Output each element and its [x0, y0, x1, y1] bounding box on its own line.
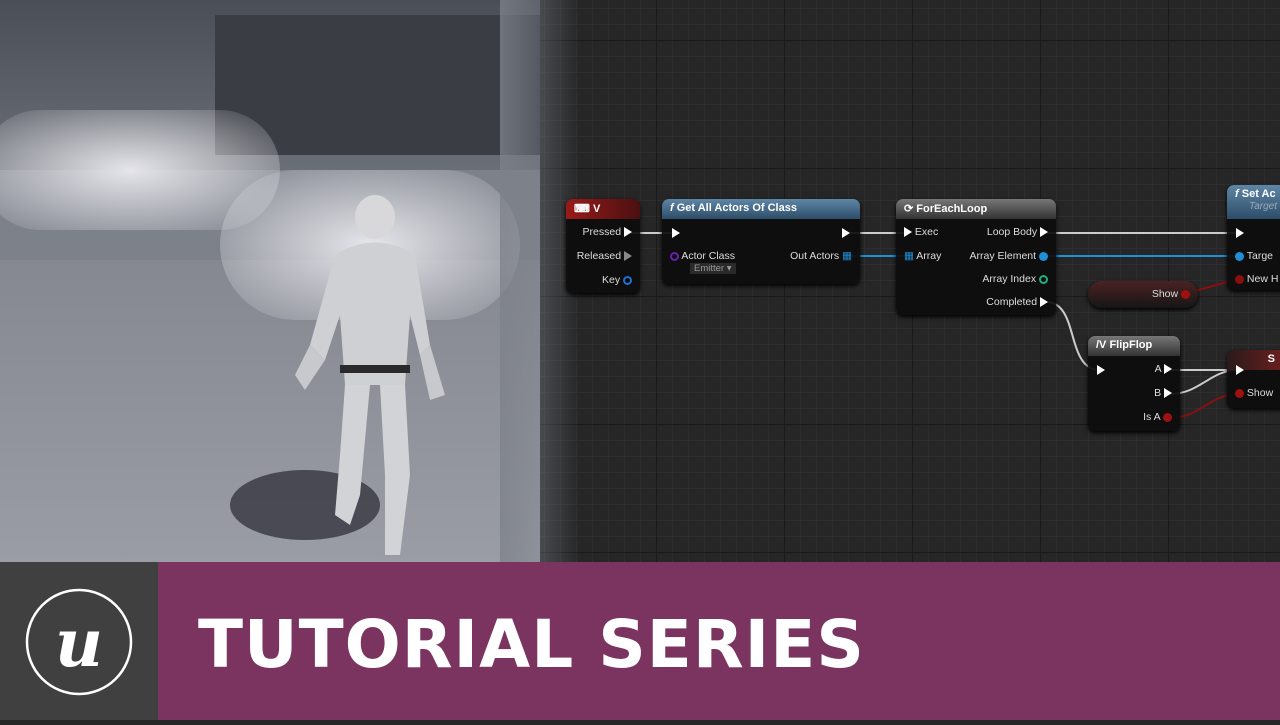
function-icon: f: [670, 202, 677, 214]
exec-pin-icon[interactable]: [1164, 364, 1172, 375]
pin-label: B: [1154, 387, 1162, 399]
function-icon: f: [1235, 188, 1242, 200]
show-variable-node[interactable]: Show: [1088, 281, 1198, 308]
exec-pin-icon[interactable]: [624, 251, 632, 262]
unreal-engine-logo-icon: u: [25, 588, 133, 696]
flipflop-node[interactable]: /V FlipFlop A B Is A: [1088, 336, 1180, 431]
object-pin-icon[interactable]: [1039, 251, 1048, 261]
class-pin-icon[interactable]: [670, 251, 679, 261]
foreach-loop-node[interactable]: ⟳ ForEachLoop Exec ▦ Array Loop Body Arr…: [896, 199, 1056, 315]
int-pin-icon[interactable]: [1039, 274, 1048, 284]
pin-label: A: [1154, 363, 1162, 375]
node-subtitle: Target: [1249, 201, 1277, 212]
array-pin-icon[interactable]: ▦: [904, 250, 914, 262]
pin-label: Array Element: [969, 250, 1037, 262]
pin-label: Array: [916, 250, 942, 262]
pin-label: Array Index: [982, 273, 1037, 285]
pin-label: Actor Class: [681, 250, 736, 262]
node-title: Set Ac: [1241, 188, 1276, 200]
pin-label: Targe: [1246, 250, 1273, 262]
get-all-actors-node[interactable]: f Get All Actors Of Class Actor Class Em…: [662, 199, 860, 284]
svg-text:u: u: [55, 604, 103, 682]
wires: [630, 232, 1239, 419]
pin-label: Show: [1246, 387, 1274, 399]
keyboard-icon: ⌨: [574, 203, 593, 215]
variable-label: Show: [1151, 288, 1179, 300]
exec-in-pin[interactable]: [1236, 365, 1244, 375]
pin-label: Exec: [914, 226, 939, 238]
exec-pin-icon[interactable]: [1040, 227, 1048, 238]
loop-icon: ⟳: [904, 203, 917, 215]
bool-pin-icon[interactable]: [1235, 388, 1244, 398]
title-banner: u TUTORIAL SERIES: [0, 562, 1280, 720]
node-title: V: [592, 203, 601, 215]
node-title: ForEachLoop: [916, 203, 988, 215]
exec-in-pin[interactable]: [1236, 228, 1244, 238]
node-title: Get All Actors Of Class: [676, 202, 797, 214]
bool-pin-icon[interactable]: [1181, 289, 1190, 299]
object-pin-icon[interactable]: [1235, 251, 1244, 261]
flipflop-icon: /V: [1096, 339, 1110, 351]
array-pin-icon[interactable]: ▦: [842, 250, 852, 262]
node-title: S: [1267, 353, 1275, 365]
unreal-logo-box: u: [0, 562, 158, 720]
pin-label: Key: [601, 274, 621, 286]
exec-pin-icon[interactable]: [904, 227, 912, 238]
pin-label: Out Actors: [790, 250, 840, 262]
pin-label: Is A: [1143, 411, 1161, 423]
bool-pin-icon[interactable]: [1235, 274, 1244, 284]
banner-title: TUTORIAL SERIES: [198, 606, 865, 683]
pin-label: Loop Body: [986, 226, 1038, 238]
exec-pin-icon[interactable]: [624, 227, 632, 238]
exec-out-pin[interactable]: [842, 228, 850, 238]
pin-label: Completed: [986, 296, 1038, 308]
set-actor-hidden-node[interactable]: f Set Ac Target Targe New H: [1227, 185, 1280, 290]
actor-class-dropdown[interactable]: Emitter ▾: [690, 263, 736, 274]
pin-label: Released: [576, 250, 622, 262]
exec-pin-icon[interactable]: [1040, 297, 1048, 308]
bool-pin-icon[interactable]: [1163, 412, 1172, 422]
exec-in-pin[interactable]: [672, 228, 680, 238]
struct-pin-icon[interactable]: [623, 275, 632, 285]
exec-in-pin[interactable]: [1097, 365, 1105, 375]
pin-label: Pressed: [582, 226, 622, 238]
set-show-node[interactable]: S Show: [1227, 350, 1280, 408]
input-key-node[interactable]: ⌨ V Pressed Released Key: [566, 199, 640, 293]
pin-label: New H: [1246, 273, 1279, 285]
node-title: FlipFlop: [1109, 339, 1153, 351]
exec-pin-icon[interactable]: [1164, 388, 1172, 399]
